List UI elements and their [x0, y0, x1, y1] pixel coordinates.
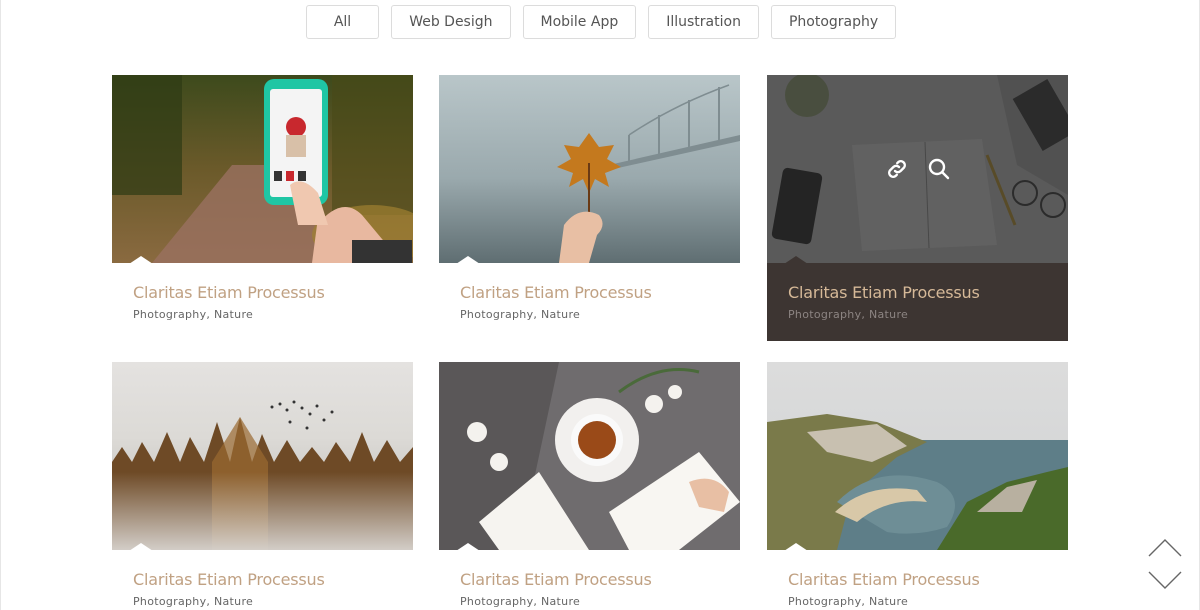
- filter-photography-button[interactable]: Photography: [770, 5, 897, 39]
- category-link[interactable]: Photography: [133, 595, 206, 608]
- portfolio-card[interactable]: Claritas Etiam Processus Photography, Na…: [112, 75, 413, 341]
- category-link[interactable]: Photography: [133, 308, 206, 321]
- portfolio-card[interactable]: Claritas Etiam Processus Photography, Na…: [439, 75, 740, 341]
- card-categories: Photography, Nature: [788, 595, 1047, 608]
- filter-illustration-button[interactable]: Illustration: [648, 5, 759, 39]
- card-caption: Claritas Etiam Processus Photography, Na…: [112, 550, 413, 610]
- category-link[interactable]: Nature: [214, 308, 253, 321]
- portfolio-card-active[interactable]: Claritas Etiam Processus Photography, Na…: [767, 75, 1068, 341]
- portfolio-image-coastal-cliffs[interactable]: [767, 362, 1068, 550]
- portfolio-image-desk-notebook[interactable]: [767, 75, 1068, 263]
- card-caption: Claritas Etiam Processus Photography, Na…: [767, 550, 1068, 610]
- category-separator: ,: [533, 595, 538, 608]
- portfolio-filter-bar: All Web Desigh Mobile App Illustration P…: [1, 5, 1200, 39]
- category-separator: ,: [533, 308, 538, 321]
- card-title[interactable]: Claritas Etiam Processus: [788, 283, 1047, 302]
- category-link[interactable]: Nature: [541, 595, 580, 608]
- portfolio-image-misty-forest[interactable]: [112, 362, 413, 550]
- portfolio-card[interactable]: Claritas Etiam Processus Photography, Na…: [767, 362, 1068, 610]
- card-caption: Claritas Etiam Processus Photography, Na…: [439, 263, 740, 341]
- portfolio-grid: Claritas Etiam Processus Photography, Na…: [112, 75, 1068, 610]
- category-separator: ,: [206, 595, 211, 608]
- category-link[interactable]: Photography: [460, 308, 533, 321]
- portfolio-image-tea-books[interactable]: [439, 362, 740, 550]
- card-caption: Claritas Etiam Processus Photography, Na…: [767, 263, 1068, 341]
- chevron-down-icon[interactable]: [1148, 569, 1182, 591]
- card-title[interactable]: Claritas Etiam Processus: [788, 570, 1047, 589]
- search-icon[interactable]: [927, 157, 951, 181]
- card-title[interactable]: Claritas Etiam Processus: [133, 283, 392, 302]
- link-icon[interactable]: [885, 157, 909, 181]
- chevron-up-icon[interactable]: [1148, 537, 1182, 559]
- filter-mobile-app-button[interactable]: Mobile App: [522, 5, 637, 39]
- portfolio-image-leaf-bridge[interactable]: [439, 75, 740, 263]
- category-link[interactable]: Photography: [460, 595, 533, 608]
- category-separator: ,: [861, 308, 866, 321]
- category-link[interactable]: Photography: [788, 308, 861, 321]
- category-link[interactable]: Nature: [869, 308, 908, 321]
- card-title[interactable]: Claritas Etiam Processus: [460, 570, 719, 589]
- portfolio-image-phone-forest[interactable]: [112, 75, 413, 263]
- overlay-actions: [885, 157, 951, 181]
- card-categories: Photography, Nature: [133, 595, 392, 608]
- filter-all-button[interactable]: All: [305, 5, 380, 39]
- category-separator: ,: [206, 308, 211, 321]
- card-categories: Photography, Nature: [460, 595, 719, 608]
- card-caption: Claritas Etiam Processus Photography, Na…: [112, 263, 413, 341]
- filter-web-design-button[interactable]: Web Desigh: [391, 5, 511, 39]
- card-categories: Photography, Nature: [460, 308, 719, 321]
- category-link[interactable]: Photography: [788, 595, 861, 608]
- category-link[interactable]: Nature: [214, 595, 253, 608]
- card-categories: Photography, Nature: [133, 308, 392, 321]
- category-link[interactable]: Nature: [869, 595, 908, 608]
- card-caption: Claritas Etiam Processus Photography, Na…: [439, 550, 740, 610]
- card-title[interactable]: Claritas Etiam Processus: [460, 283, 719, 302]
- category-link[interactable]: Nature: [541, 308, 580, 321]
- category-separator: ,: [861, 595, 866, 608]
- portfolio-card[interactable]: Claritas Etiam Processus Photography, Na…: [112, 362, 413, 610]
- scroll-controls: [1148, 537, 1182, 593]
- card-categories: Photography, Nature: [788, 308, 1047, 321]
- portfolio-card[interactable]: Claritas Etiam Processus Photography, Na…: [439, 362, 740, 610]
- card-title[interactable]: Claritas Etiam Processus: [133, 570, 392, 589]
